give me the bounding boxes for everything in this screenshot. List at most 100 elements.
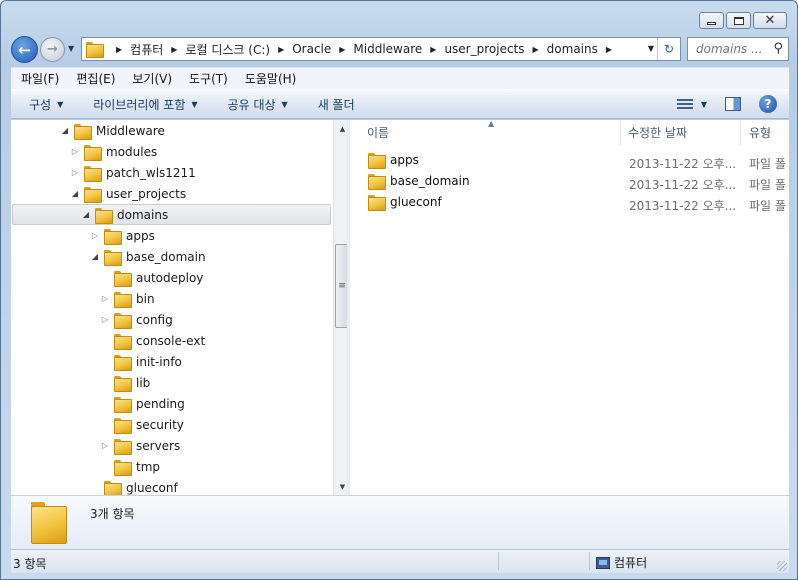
tree-scrollbar[interactable]: ▲ ≡ ▼ bbox=[333, 120, 347, 495]
expanded-arrow-icon[interactable]: ◢ bbox=[60, 126, 70, 135]
tree-item[interactable]: ▷ patch_wls1211 bbox=[11, 162, 333, 183]
command-button[interactable]: 라이브러리에 포함 ▼ bbox=[93, 96, 197, 113]
breadcrumb-segment[interactable]: ▶ domains bbox=[525, 42, 598, 56]
file-row[interactable]: glueconf 2013-11-22 오후... 파일 폴 bbox=[350, 193, 789, 214]
search-input[interactable] bbox=[696, 42, 768, 56]
maximize-button[interactable] bbox=[726, 12, 751, 29]
tree-item[interactable]: ◢ Middleware bbox=[11, 120, 333, 141]
breadcrumb-segment[interactable]: ▶ Oracle bbox=[270, 42, 331, 56]
folder-icon bbox=[368, 153, 386, 169]
menu-item[interactable]: 도구(T) bbox=[189, 70, 228, 87]
views-icon bbox=[676, 98, 693, 110]
column-header-type[interactable]: 유형 bbox=[741, 120, 789, 145]
expanded-arrow-icon[interactable]: ◢ bbox=[70, 189, 80, 198]
recent-pages-dropdown[interactable]: ▼ bbox=[68, 44, 74, 53]
breadcrumb-segment[interactable]: ▶ Middleware bbox=[331, 42, 422, 56]
breadcrumb-segment[interactable]: ▶ user_projects bbox=[422, 42, 524, 56]
command-button[interactable]: 구성 ▼ bbox=[29, 96, 63, 113]
folder-icon bbox=[368, 195, 386, 211]
tree-item[interactable]: ▷ modules bbox=[11, 141, 333, 162]
tree-item[interactable]: pending bbox=[11, 393, 333, 414]
change-view-button[interactable]: ▼ bbox=[676, 98, 707, 110]
column-header-name[interactable]: 이름 ▲ bbox=[350, 120, 621, 145]
computer-icon bbox=[596, 556, 610, 569]
tree-item[interactable]: ▷ bin bbox=[11, 288, 333, 309]
collapsed-arrow-icon[interactable]: ▷ bbox=[100, 315, 110, 324]
collapsed-arrow-icon[interactable]: ▷ bbox=[90, 231, 100, 240]
chevron-right-icon[interactable]: ▶ bbox=[171, 45, 177, 54]
breadcrumb-label: 컴퓨터 bbox=[130, 42, 164, 57]
folder-icon bbox=[114, 438, 132, 455]
folder-icon bbox=[31, 502, 67, 544]
tree-item-label: Middleware bbox=[96, 123, 165, 138]
tree-item[interactable]: ◢ base_domain bbox=[11, 246, 333, 267]
scroll-up-button[interactable]: ▲ bbox=[334, 120, 347, 137]
folder-icon bbox=[84, 186, 102, 203]
breadcrumb-segment[interactable]: ▶ 컴퓨터 bbox=[108, 41, 163, 58]
tree-item[interactable]: lib bbox=[11, 372, 333, 393]
help-icon[interactable]: ? bbox=[759, 95, 777, 113]
tree-item[interactable]: ▷ apps bbox=[11, 225, 333, 246]
command-button[interactable]: 공유 대상 ▼ bbox=[228, 96, 288, 113]
file-name: base_domain bbox=[368, 174, 470, 190]
file-list: 이름 ▲ 수정한 날짜 유형 apps 2013-11-22 오후... 파일 폴 b… bbox=[350, 120, 789, 495]
command-button[interactable]: 새 폴더 bbox=[318, 96, 355, 113]
chevron-right-icon[interactable]: ▶ bbox=[533, 45, 539, 54]
back-button[interactable]: ← bbox=[11, 36, 38, 63]
file-row[interactable]: base_domain 2013-11-22 오후... 파일 폴 bbox=[350, 172, 789, 193]
forward-button[interactable]: → bbox=[40, 37, 65, 62]
expanded-arrow-icon[interactable]: ◢ bbox=[81, 210, 91, 219]
scroll-down-button[interactable]: ▼ bbox=[334, 478, 347, 495]
close-button[interactable]: ✕ bbox=[753, 12, 787, 29]
preview-pane-icon[interactable] bbox=[725, 97, 741, 111]
collapsed-arrow-icon[interactable]: ▷ bbox=[100, 441, 110, 450]
tree-item[interactable]: init-info bbox=[11, 351, 333, 372]
tree-item[interactable]: security bbox=[11, 414, 333, 435]
breadcrumb-end[interactable]: ▶ bbox=[598, 45, 620, 54]
chevron-down-icon: ▼ bbox=[57, 99, 64, 109]
chevron-right-icon[interactable]: ▶ bbox=[606, 45, 612, 54]
collapsed-arrow-icon[interactable]: ▷ bbox=[100, 294, 110, 303]
menu-item[interactable]: 보기(V) bbox=[132, 70, 172, 87]
tree-item[interactable]: tmp bbox=[11, 456, 333, 477]
breadcrumb-segment[interactable]: ▶ 로컬 디스크 (C:) bbox=[163, 41, 270, 58]
file-date: 2013-11-22 오후... bbox=[629, 178, 737, 192]
back-arrow-icon: ← bbox=[18, 40, 31, 59]
chevron-right-icon[interactable]: ▶ bbox=[116, 45, 122, 54]
breadcrumb-label: domains bbox=[546, 42, 598, 56]
folder-icon bbox=[114, 354, 132, 371]
chevron-right-icon[interactable]: ▶ bbox=[339, 45, 345, 54]
collapsed-arrow-icon[interactable]: ▷ bbox=[70, 147, 80, 156]
tree-item[interactable]: ◢ user_projects bbox=[11, 183, 333, 204]
status-bar: 3 항목 컴퓨터 bbox=[11, 549, 789, 573]
menu-bar: 파일(F) 편집(E) 보기(V) 도구(T) 도움말(H) bbox=[11, 67, 789, 89]
resize-grip[interactable] bbox=[777, 561, 787, 571]
tree-item-label: glueconf bbox=[126, 480, 178, 495]
menu-item[interactable]: 파일(F) bbox=[21, 70, 59, 87]
tree-item[interactable]: ▷ config bbox=[11, 309, 333, 330]
folder-icon bbox=[104, 480, 122, 495]
file-name-label: base_domain bbox=[390, 174, 470, 188]
tree-item[interactable]: ◢ domains bbox=[12, 204, 331, 225]
tree-item[interactable]: glueconf bbox=[11, 477, 333, 495]
menu-item[interactable]: 편집(E) bbox=[76, 70, 115, 87]
chevron-right-icon[interactable]: ▶ bbox=[278, 45, 284, 54]
tree-item[interactable]: autodeploy bbox=[11, 267, 333, 288]
minimize-button[interactable] bbox=[699, 12, 724, 29]
address-bar[interactable]: ▶ 컴퓨터 ▶ 로컬 디스크 (C:) ▶ Oracle ▶ Middleware ▶ user_… bbox=[81, 37, 681, 61]
status-item-count: 3 항목 bbox=[13, 557, 47, 571]
search-icon[interactable]: ⚲ bbox=[773, 41, 783, 56]
collapsed-arrow-icon[interactable]: ▷ bbox=[70, 168, 80, 177]
menu-item[interactable]: 도움말(H) bbox=[245, 70, 297, 87]
address-history-dropdown[interactable]: ▼ bbox=[648, 44, 654, 53]
refresh-button[interactable]: ↻ bbox=[657, 38, 680, 60]
chevron-right-icon[interactable]: ▶ bbox=[430, 45, 436, 54]
file-row[interactable]: apps 2013-11-22 오후... 파일 폴 bbox=[350, 151, 789, 172]
tree-item[interactable]: console-ext bbox=[11, 330, 333, 351]
tree-item[interactable]: ▷ servers bbox=[11, 435, 333, 456]
column-header-date[interactable]: 수정한 날짜 bbox=[621, 120, 741, 145]
folder-icon bbox=[104, 228, 122, 245]
expanded-arrow-icon[interactable]: ◢ bbox=[90, 252, 100, 261]
search-box[interactable]: ⚲ bbox=[687, 37, 789, 61]
scroll-thumb[interactable]: ≡ bbox=[335, 244, 347, 328]
